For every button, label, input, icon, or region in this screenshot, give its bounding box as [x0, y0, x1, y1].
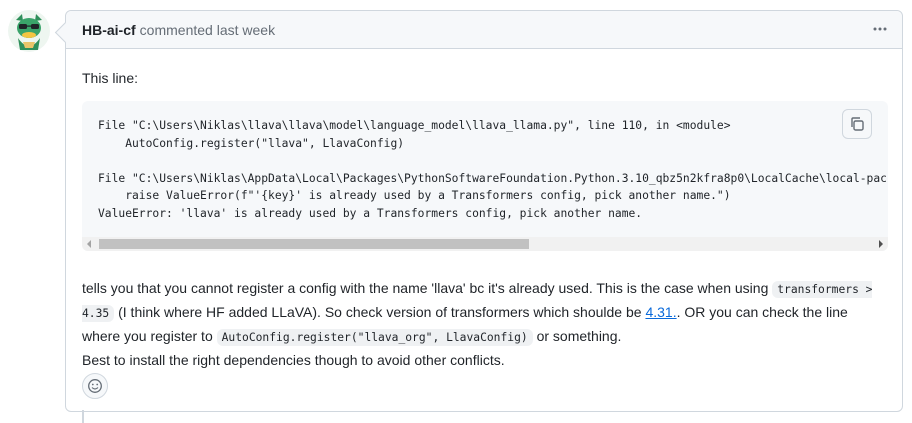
- author-avatar[interactable]: [8, 10, 50, 52]
- paragraph-text: (I think where HF added LLaVA). So check…: [114, 304, 646, 320]
- scroll-right-arrow-icon[interactable]: [879, 240, 883, 248]
- more-options-icon: [873, 27, 887, 31]
- scrollbar-thumb[interactable]: [99, 239, 529, 249]
- add-reaction-button[interactable]: [82, 373, 108, 399]
- copy-button[interactable]: [842, 109, 872, 139]
- inline-code-register: AutoConfig.register("llava_org", LlavaCo…: [216, 329, 533, 346]
- horizontal-scrollbar[interactable]: [82, 237, 888, 251]
- code-lines: File "C:\Users\Niklas\llava\llava\model\…: [98, 117, 888, 222]
- scroll-left-arrow-icon[interactable]: [87, 240, 91, 248]
- page: HB-ai-cf commented last week This line: …: [0, 0, 912, 423]
- paragraph-text: Best to install the right dependencies t…: [82, 352, 505, 368]
- comment-timestamp[interactable]: commented last week: [140, 22, 275, 38]
- paragraph-text: tells you that you cannot register a con…: [82, 280, 773, 296]
- code-line: File "C:\Users\Niklas\AppData\Local\Pack…: [98, 171, 888, 185]
- comment-intro: This line:: [82, 70, 139, 86]
- copy-icon: [851, 117, 864, 131]
- code-line: ValueError: 'llava' is already used by a…: [98, 206, 643, 220]
- comment-box: HB-ai-cf commented last week This line: …: [65, 10, 903, 412]
- version-link[interactable]: 4.31.: [645, 304, 676, 320]
- comment-author[interactable]: HB-ai-cf: [82, 22, 136, 38]
- dragon-avatar-icon: [8, 10, 50, 52]
- kebab-horizontal-icon[interactable]: [868, 19, 892, 39]
- code-block: File "C:\Users\Niklas\llava\llava\model\…: [82, 101, 888, 251]
- paragraph-text: or something.: [532, 328, 622, 344]
- comment-body: This line: File "C:\Users\Niklas\llava\l…: [82, 67, 888, 368]
- code-line: AutoConfig.register("llava", LlavaConfig…: [98, 136, 405, 150]
- smiley-icon: [88, 379, 102, 393]
- comment-header: HB-ai-cf commented last week: [66, 11, 902, 49]
- comment-paragraph: tells you that you cannot register a con…: [82, 277, 888, 371]
- code-line: raise ValueError(f"'{key}' is already us…: [98, 189, 731, 202]
- timeline-line: [82, 410, 84, 423]
- code-line: File "C:\Users\Niklas\llava\llava\model\…: [98, 119, 731, 132]
